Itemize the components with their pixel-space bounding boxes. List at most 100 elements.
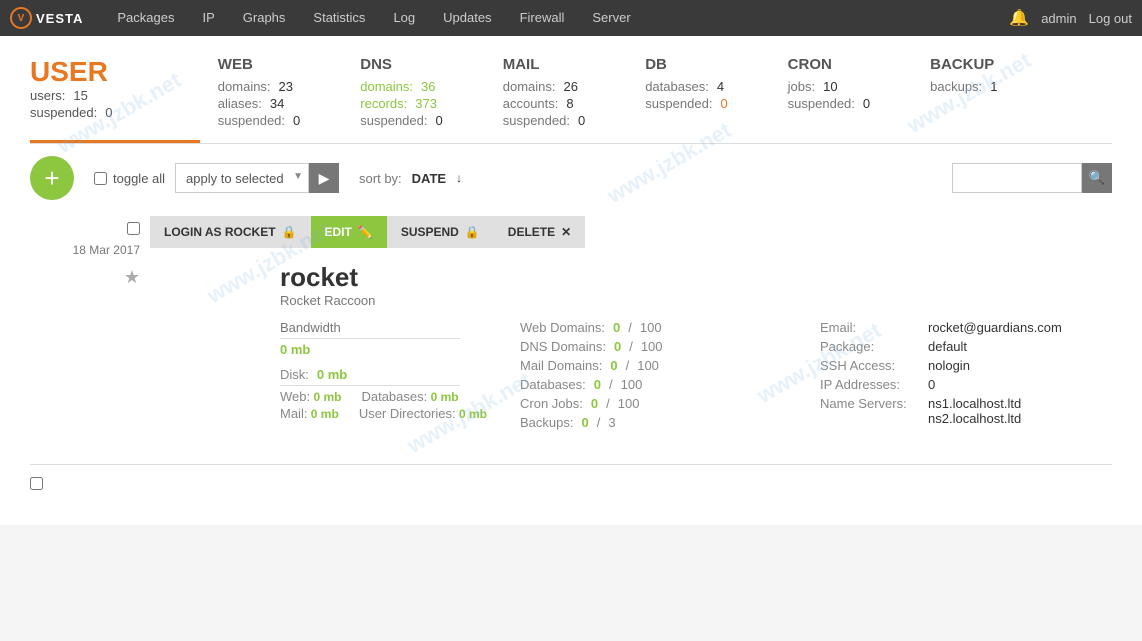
user-stat-suspended: suspended: 0	[30, 105, 168, 120]
ip-row: IP Addresses: 0	[820, 377, 1112, 392]
mail-stats: MAIL domains:26 accounts:8 suspended:0	[503, 56, 585, 130]
search-button[interactable]: 🔍	[1082, 163, 1112, 193]
bottom-checkbox-area	[30, 464, 1112, 505]
disk-row: Disk: 0 mb	[280, 367, 500, 382]
add-user-button[interactable]: +	[30, 156, 74, 200]
cron-title: CRON	[788, 56, 870, 73]
user-checkbox[interactable]	[127, 222, 140, 235]
username: rocket	[280, 262, 1112, 293]
cron-stats: CRON jobs:10 suspended:0	[788, 56, 870, 130]
admin-label: admin	[1041, 11, 1076, 26]
nav-graphs[interactable]: Graphs	[229, 0, 300, 36]
nav-right: 🔔 admin Log out	[1009, 8, 1132, 28]
ns2: ns2.localhost.ltd	[928, 411, 1021, 426]
brand: V VESTA	[10, 7, 83, 29]
disk-label: Disk:	[280, 367, 309, 382]
stats-row: USER users: 15 suspended: 0 WEB domains:…	[30, 56, 1112, 130]
login-as-button[interactable]: LOGIN AS ROCKET 🔒	[150, 216, 311, 248]
search-input[interactable]	[952, 163, 1082, 193]
nav-updates[interactable]: Updates	[429, 0, 505, 36]
star-icon[interactable]: ★	[124, 267, 140, 288]
disk-block: Disk: 0 mb	[280, 367, 500, 382]
databases-sub: Databases: 0 mb	[361, 389, 458, 404]
user-row: 18 Mar 2017 ★ LOGIN AS ROCKET 🔒 EDIT ✏️ …	[30, 212, 1112, 444]
mail-title: MAIL	[503, 56, 585, 73]
nav-packages[interactable]: Packages	[103, 0, 188, 36]
web-sub: Web: 0 mb	[280, 389, 341, 404]
arrow-right-icon: ▶	[319, 170, 330, 187]
suspend-button[interactable]: SUSPEND 🔒	[387, 216, 494, 248]
sub-metrics2: Mail: 0 mb User Directories: 0 mb	[280, 406, 500, 421]
ns-row: Name Servers: ns1.localhost.ltd ns2.loca…	[820, 396, 1112, 426]
metrics-col1: Bandwidth 0 mb Disk: 0 mb Web:	[280, 320, 500, 434]
nav-firewall[interactable]: Firewall	[506, 0, 579, 36]
mail-sub: Mail: 0 mb	[280, 406, 339, 421]
sort-direction: ↓	[456, 171, 462, 185]
nav-server[interactable]: Server	[578, 0, 644, 36]
mail-domains-row: Mail Domains: 0 / 100	[520, 358, 800, 373]
web-domains-row: Web Domains: 0 / 100	[520, 320, 800, 335]
backup-title: BACKUP	[930, 56, 997, 73]
apply-select[interactable]: apply to selected suspend unsuspend dele…	[175, 163, 309, 193]
nav-ip[interactable]: IP	[188, 0, 228, 36]
user-stat-users: users: 15	[30, 88, 168, 103]
bandwidth-divider	[280, 338, 460, 339]
sub-metrics: Web: 0 mb Databases: 0 mb	[280, 389, 500, 404]
toggle-all-text: toggle all	[113, 171, 165, 186]
databases-row: Databases: 0 / 100	[520, 377, 800, 392]
sort-value: DATE	[412, 171, 446, 186]
dns-stats: DNS domains:36 records:373 suspended:0	[360, 56, 442, 130]
delete-button[interactable]: DELETE ✕	[494, 216, 585, 248]
plus-icon: +	[44, 163, 59, 194]
edit-label: EDIT	[325, 225, 352, 239]
disk-value: 0 mb	[317, 367, 347, 382]
nav-statistics[interactable]: Statistics	[299, 0, 379, 36]
userdirs-sub: User Directories: 0 mb	[359, 406, 487, 421]
user-card: rocket Rocket Raccoon Bandwidth 0 mb Dis…	[280, 262, 1112, 434]
sort-label: sort by:	[359, 171, 402, 186]
db-title: DB	[645, 56, 727, 73]
search-icon: 🔍	[1089, 170, 1106, 186]
nav-links: Packages IP Graphs Statistics Log Update…	[103, 0, 1009, 36]
delete-icon: ✕	[561, 225, 571, 239]
ssh-row: SSH Access: nologin	[820, 358, 1112, 373]
user-row-right: LOGIN AS ROCKET 🔒 EDIT ✏️ SUSPEND 🔒 DELE…	[150, 216, 1112, 434]
edit-button[interactable]: EDIT ✏️	[311, 216, 387, 248]
search-wrap: 🔍	[952, 163, 1112, 193]
user-date: 18 Mar 2017	[73, 243, 140, 257]
action-bar: LOGIN AS ROCKET 🔒 EDIT ✏️ SUSPEND 🔒 DELE…	[150, 216, 1112, 248]
apply-select-wrapper: apply to selected suspend unsuspend dele…	[175, 163, 309, 193]
user-stats: USER users: 15 suspended: 0	[30, 56, 168, 130]
apply-button[interactable]: ▶	[309, 163, 339, 193]
dns-domains-row: DNS Domains: 0 / 100	[520, 339, 800, 354]
apply-select-wrap: apply to selected suspend unsuspend dele…	[175, 163, 339, 193]
toolbar: + toggle all apply to selected suspend u…	[30, 144, 1112, 212]
brand-text: VESTA	[36, 11, 83, 26]
bell-icon: 🔔	[1009, 8, 1029, 28]
cron-jobs-row: Cron Jobs: 0 / 100	[520, 396, 800, 411]
bandwidth-label: Bandwidth	[280, 320, 500, 335]
delete-label: DELETE	[508, 225, 555, 239]
toggle-all-label[interactable]: toggle all	[94, 171, 165, 186]
dns-title: DNS	[360, 56, 442, 73]
user-fullname: Rocket Raccoon	[280, 293, 1112, 308]
db-stats: DB databases:4 suspended:0	[645, 56, 727, 130]
logout-link[interactable]: Log out	[1089, 11, 1132, 26]
nav-log[interactable]: Log	[379, 0, 429, 36]
navbar: V VESTA Packages IP Graphs Statistics Lo…	[0, 0, 1142, 36]
logo-icon: V	[10, 7, 32, 29]
package-row: Package: default	[820, 339, 1112, 354]
web-title: WEB	[218, 56, 300, 73]
bottom-checkbox[interactable]	[30, 477, 43, 490]
ns1: ns1.localhost.ltd	[928, 396, 1021, 411]
main-content: USER users: 15 suspended: 0 WEB domains:…	[0, 36, 1142, 525]
web-stats: WEB domains:23 aliases:34 suspended:0	[218, 56, 300, 130]
lock-icon: 🔒	[282, 225, 297, 239]
disk-divider	[280, 385, 460, 386]
metrics-grid: Bandwidth 0 mb Disk: 0 mb Web:	[280, 320, 1112, 434]
backup-stats: BACKUP backups:1	[930, 56, 997, 130]
email-row: Email: rocket@guardians.com	[820, 320, 1112, 335]
login-label: LOGIN AS ROCKET	[164, 225, 276, 239]
backups-row: Backups: 0 / 3	[520, 415, 800, 430]
toggle-all-checkbox[interactable]	[94, 172, 107, 185]
